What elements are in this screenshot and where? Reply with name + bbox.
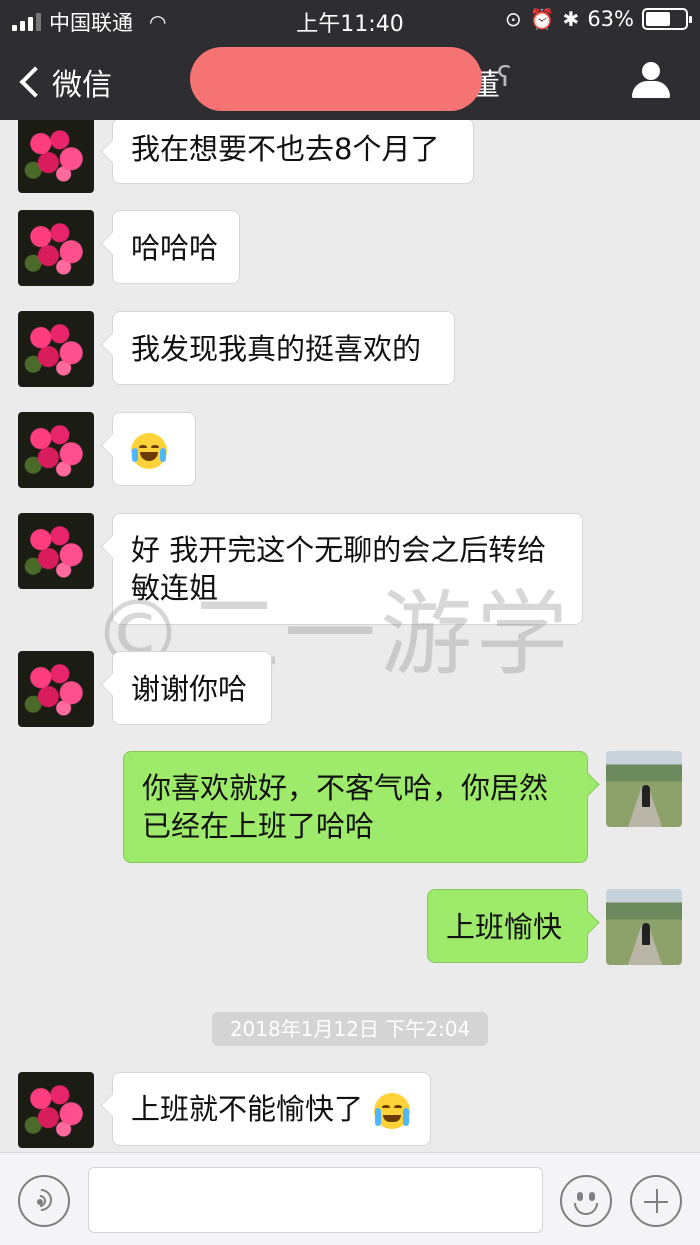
- battery-icon: [642, 8, 692, 30]
- alarm-icon: ⏰: [529, 7, 555, 31]
- status-right: ⊙ ⏰ ✱ 63%: [504, 7, 692, 31]
- message-text: 我在想要不也去8个月了: [131, 132, 440, 166]
- message-text: 你喜欢就好，不客气哈，你居然已经在上班了哈哈: [142, 771, 549, 843]
- self-avatar[interactable]: [606, 889, 682, 965]
- message-bubble[interactable]: 我发现我真的挺喜欢的: [112, 311, 455, 385]
- plus-icon[interactable]: [630, 1175, 682, 1227]
- message-timestamp: 2018年1月12日 下午2:04: [212, 1012, 488, 1046]
- crying-emoji: [374, 1093, 411, 1129]
- chat-area[interactable]: 我在想要不也去8个月了 哈哈哈 我发现我真的挺喜欢的 好 我开完这个无聊的会之后…: [0, 120, 700, 1152]
- contact-avatar[interactable]: [18, 513, 94, 589]
- message-bubble[interactable]: 谢谢你哈: [112, 651, 272, 725]
- message-bubble[interactable]: 上班愉快: [427, 889, 588, 963]
- message-text: 上班就不能愉快了: [131, 1092, 364, 1126]
- message-bubble[interactable]: 上班就不能愉快了: [112, 1072, 431, 1146]
- message-bubble[interactable]: 你喜欢就好，不客气哈，你居然已经在上班了哈哈: [123, 751, 588, 863]
- status-bar: 中国联通 ◠ 上午11:40 ⊙ ⏰ ✱ 63%: [0, 0, 700, 40]
- self-avatar[interactable]: [606, 751, 682, 827]
- message-text: 我发现我真的挺喜欢的: [131, 332, 422, 366]
- contact-avatar[interactable]: [18, 311, 94, 387]
- message-text: 上班愉快: [446, 910, 563, 944]
- top-bar: 中国联通 ◠ 上午11:40 ⊙ ⏰ ✱ 63% 微信 董 ʕ: [0, 0, 700, 120]
- message-text: 哈哈哈: [131, 231, 219, 265]
- bluetooth-icon: ✱: [562, 7, 580, 31]
- contact-avatar[interactable]: [18, 412, 94, 488]
- back-label: 微信: [52, 68, 112, 103]
- battery-percent: 63%: [587, 7, 634, 31]
- message-input[interactable]: [88, 1167, 543, 1233]
- voice-icon[interactable]: [18, 1175, 70, 1227]
- contact-avatar[interactable]: [18, 1072, 94, 1148]
- input-toolbar: [0, 1152, 700, 1245]
- message-bubble[interactable]: 好 我开完这个无聊的会之后转给敏连姐: [112, 513, 583, 625]
- emoji-icon[interactable]: [560, 1175, 612, 1227]
- contact-avatar[interactable]: [18, 210, 94, 286]
- rotation-lock-icon: ⊙: [504, 7, 522, 31]
- redacted-title: [190, 47, 482, 111]
- joy-emoji: [131, 433, 167, 469]
- contact-avatar[interactable]: [18, 120, 94, 193]
- profile-icon[interactable]: [632, 62, 670, 98]
- message-text: 好 我开完这个无聊的会之后转给敏连姐: [131, 533, 547, 605]
- message-bubble[interactable]: 我在想要不也去8个月了: [112, 120, 474, 184]
- message-text: 谢谢你哈: [131, 672, 248, 706]
- back-button[interactable]: 微信: [18, 60, 112, 104]
- chevron-left-icon: [19, 66, 51, 98]
- message-bubble[interactable]: [112, 412, 196, 486]
- message-bubble[interactable]: 哈哈哈: [112, 210, 240, 284]
- contact-avatar[interactable]: [18, 651, 94, 727]
- ear-icon: ʕ: [497, 60, 512, 93]
- nav-bar: 微信 董 ʕ: [0, 40, 700, 120]
